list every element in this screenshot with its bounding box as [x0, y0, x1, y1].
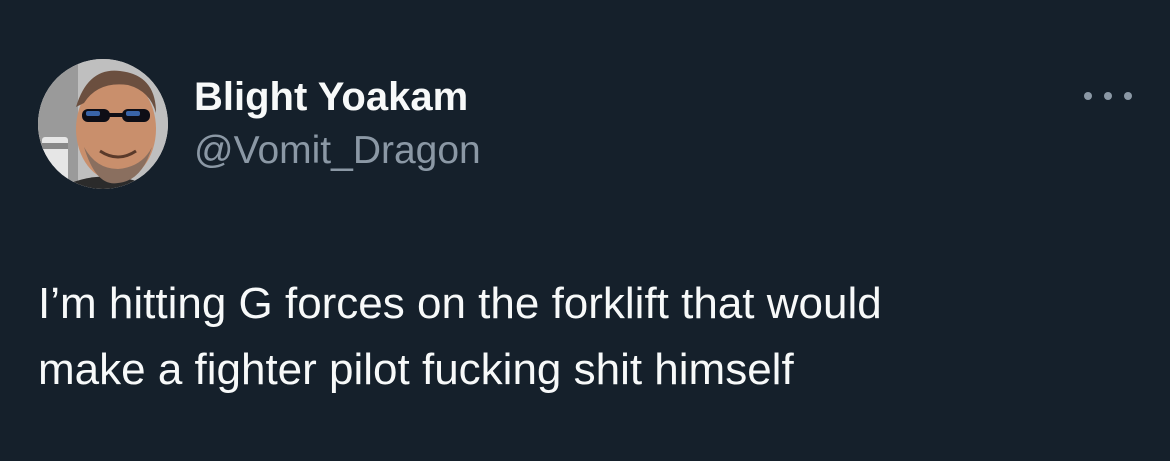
avatar-image [38, 59, 168, 189]
tweet-text: I’m hitting G forces on the forklift tha… [38, 271, 1128, 403]
dot [1124, 92, 1132, 100]
dot [1104, 92, 1112, 100]
avatar[interactable] [38, 59, 168, 189]
tweet-card: Blight Yoakam @Vomit_Dragon I’m hitting … [0, 0, 1170, 461]
dot [1084, 92, 1092, 100]
tweet-text-line-1: I’m hitting G forces on the forklift tha… [38, 279, 882, 328]
display-name[interactable]: Blight Yoakam [194, 74, 468, 120]
more-options-icon[interactable] [1084, 86, 1132, 106]
user-handle[interactable]: @Vomit_Dragon [194, 128, 481, 174]
tweet-text-line-2: make a fighter pilot fucking shit himsel… [38, 345, 794, 394]
